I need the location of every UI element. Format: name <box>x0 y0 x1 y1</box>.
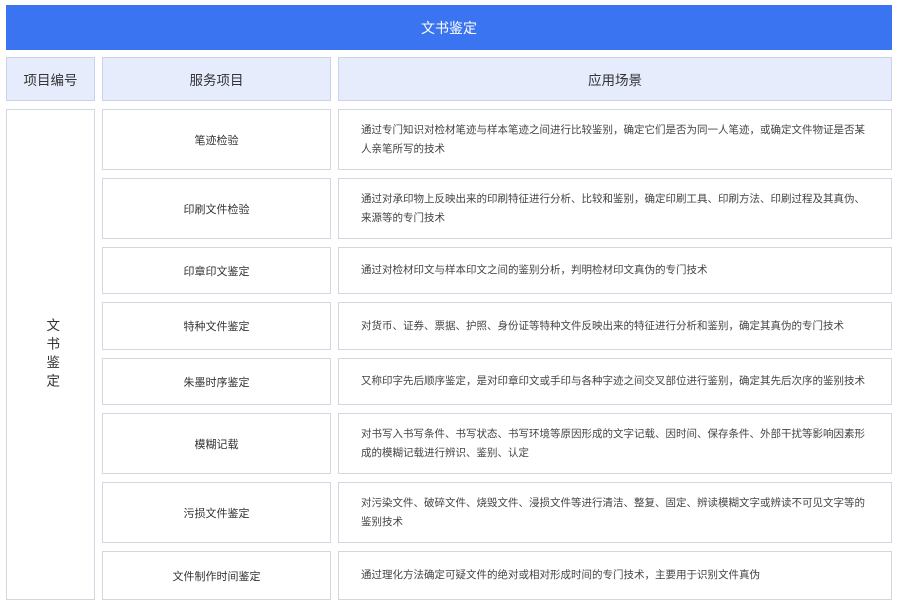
header-service-item: 服务项目 <box>102 57 331 101</box>
service-cell: 笔迹检验 <box>102 109 331 170</box>
service-cell: 朱墨时序鉴定 <box>102 358 331 405</box>
scenario-cell: 通过专门知识对检材笔迹与样本笔迹之间进行比较鉴别，确定它们是否为同一人笔迹，或确… <box>338 109 892 170</box>
scenario-cell: 对污染文件、破碎文件、烧毁文件、浸损文件等进行清洁、整复、固定、辨读模糊文字或辨… <box>338 482 892 543</box>
scenario-cell: 通过对检材印文与样本印文之间的鉴别分析，判明检材印文真伪的专门技术 <box>338 247 892 294</box>
service-cell: 印刷文件检验 <box>102 178 331 239</box>
category-cell: 文书鉴定 <box>6 109 95 600</box>
service-cell: 印章印文鉴定 <box>102 247 331 294</box>
service-cell: 模糊记载 <box>102 413 331 474</box>
scenario-cell: 又称印字先后顺序鉴定，是对印章印文或手印与各种字迹之间交叉部位进行鉴别，确定其先… <box>338 358 892 405</box>
scenario-cell: 对书写入书写条件、书写状态、书写环境等原因形成的文字记载、因时间、保存条件、外部… <box>338 413 892 474</box>
service-cell: 特种文件鉴定 <box>102 302 331 350</box>
page-title: 文书鉴定 <box>6 5 892 50</box>
scenario-cell: 对货币、证券、票据、护照、身份证等特种文件反映出来的特征进行分析和鉴别，确定其真… <box>338 302 892 350</box>
scenario-cell: 通过对承印物上反映出来的印刷特征进行分析、比较和鉴别，确定印刷工具、印刷方法、印… <box>338 178 892 239</box>
service-cell: 污损文件鉴定 <box>102 482 331 543</box>
scenario-cell: 通过理化方法确定可疑文件的绝对或相对形成时间的专门技术，主要用于识别文件真伪 <box>338 551 892 600</box>
header-application-scenario: 应用场景 <box>338 57 892 101</box>
service-cell: 文件制作时间鉴定 <box>102 551 331 600</box>
category-label: 文书鉴定 <box>43 317 60 392</box>
header-item-number: 项目编号 <box>6 57 95 101</box>
